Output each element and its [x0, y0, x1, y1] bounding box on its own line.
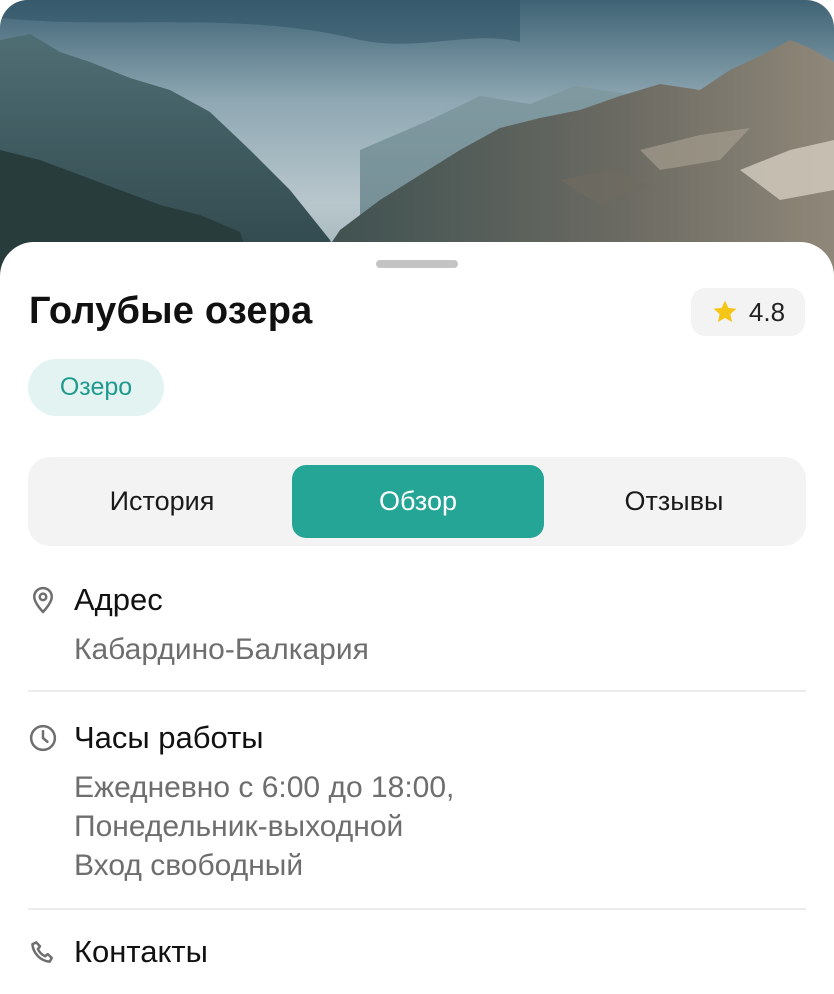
address-section: Адрес Кабардино-Балкария [28, 582, 806, 672]
location-pin-icon [32, 586, 54, 614]
clock-icon [29, 724, 57, 752]
address-value: Кабардино-Балкария [74, 633, 369, 666]
hours-line-1: Ежедневно с 6:00 до 18:00, [74, 771, 455, 804]
tab-reviews[interactable]: Отзывы [548, 465, 800, 538]
rating-badge: 4.8 [691, 288, 805, 336]
category-tag[interactable]: Озеро [28, 359, 164, 416]
hours-title: Часы работы [74, 720, 264, 755]
hours-line-2: Понедельник-выходной [74, 810, 404, 843]
address-title: Адрес [74, 582, 163, 617]
contacts-section: Контакты [28, 934, 806, 994]
phone-icon [31, 941, 53, 963]
details-sheet: Голубые озера 4.8 Озеро История Обзор От… [0, 242, 834, 982]
tab-overview[interactable]: Обзор [292, 465, 544, 538]
tab-bar: История Обзор Отзывы [28, 457, 806, 546]
tab-history[interactable]: История [36, 465, 288, 538]
divider [28, 908, 806, 910]
drag-handle[interactable] [376, 260, 458, 268]
contacts-title: Контакты [74, 934, 208, 969]
hours-section: Часы работы Ежедневно с 6:00 до 18:00, П… [28, 720, 806, 882]
star-icon [713, 300, 737, 323]
hours-line-3: Вход свободный [74, 849, 304, 882]
divider [28, 690, 806, 692]
rating-value: 4.8 [748, 296, 786, 327]
place-title: Голубые озера [29, 290, 313, 332]
